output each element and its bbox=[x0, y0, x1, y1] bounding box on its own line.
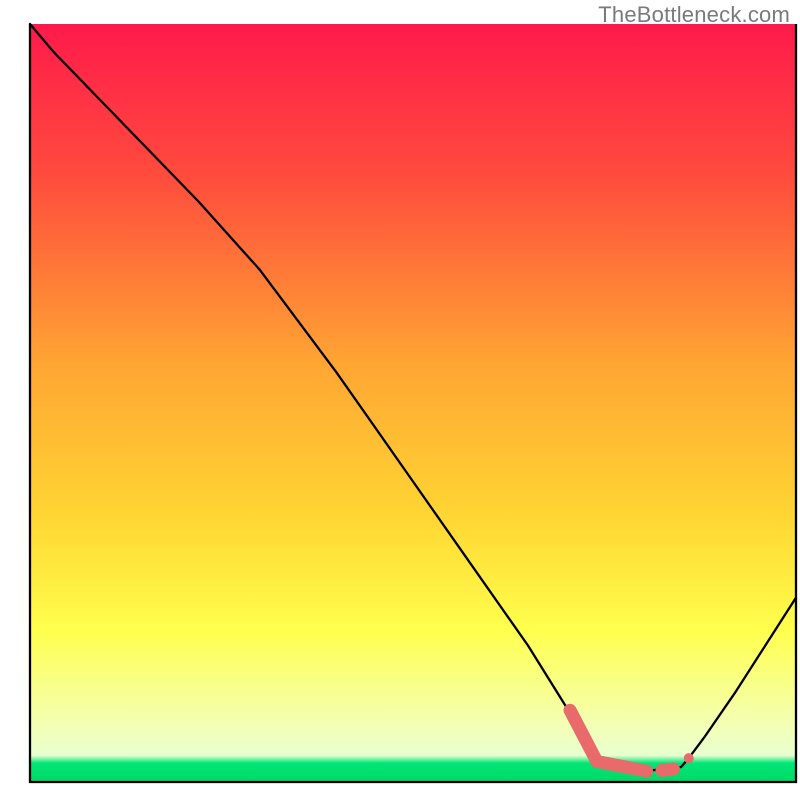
bottleneck-chart bbox=[0, 0, 800, 800]
watermark-text: TheBottleneck.com bbox=[598, 2, 790, 28]
highlight-dot bbox=[684, 753, 694, 763]
highlight-segment bbox=[662, 769, 673, 770]
gradient-background bbox=[30, 24, 796, 782]
chart-stage: TheBottleneck.com bbox=[0, 0, 800, 800]
